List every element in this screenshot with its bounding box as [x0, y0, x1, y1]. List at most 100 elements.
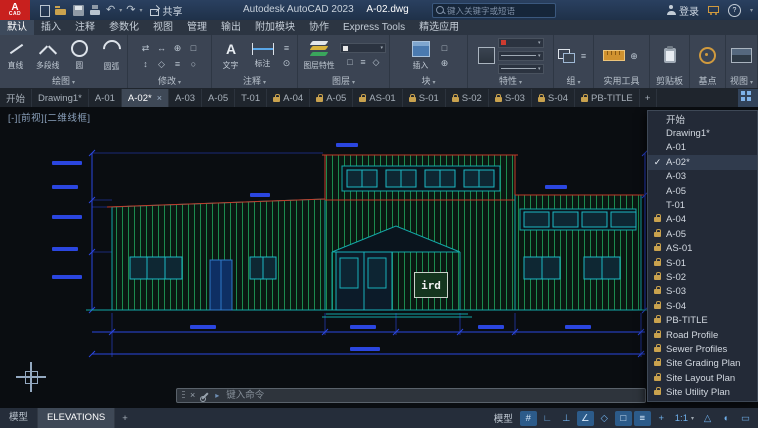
tab-menu-item[interactable]: ✓A-01 — [648, 141, 757, 155]
layout-tab-model[interactable]: 模型 — [0, 408, 39, 428]
modify-tool-icon[interactable]: ↕ — [140, 58, 152, 70]
ribbon-tab-addins[interactable]: 附加模块 — [248, 20, 302, 35]
new-layout-button[interactable]: + — [115, 413, 135, 424]
grid-toggle-icon[interactable]: # — [519, 410, 537, 426]
tab-menu-item[interactable]: ✓T-01 — [648, 198, 757, 212]
groups-panel-label[interactable]: 组 ▾ — [554, 75, 593, 88]
ribbon-tab-express-tools[interactable]: Express Tools — [336, 20, 412, 35]
annotate-tool-icon[interactable]: ⊙ — [281, 57, 293, 69]
tab-menu-item[interactable]: ✓Site Utility Plan — [648, 385, 757, 399]
ribbon-tab-default[interactable]: 默认 — [0, 20, 34, 35]
tab-menu-item[interactable]: ✓S-04 — [648, 299, 757, 313]
tab-menu-item[interactable]: ✓Site Grading Plan — [648, 357, 757, 371]
modify-tool-icon[interactable]: ⇄ — [140, 42, 152, 54]
clean-screen-icon[interactable]: ▭ — [737, 411, 754, 426]
circle-tool-button[interactable]: 圆 — [65, 40, 94, 71]
ribbon-tab-insert[interactable]: 插入 — [34, 20, 68, 35]
ribbon-tab-annotate[interactable]: 注释 — [68, 20, 102, 35]
basepoint-icon[interactable] — [699, 47, 716, 64]
new-file-icon[interactable] — [38, 4, 51, 17]
layer-properties-button[interactable]: 图层特性 — [301, 40, 337, 71]
osnap-toggle-icon[interactable]: □ — [614, 410, 632, 426]
command-input[interactable] — [224, 389, 640, 402]
file-tab[interactable]: A-04× — [267, 89, 311, 107]
modify-panel-label[interactable]: 修改 ▾ — [128, 75, 211, 88]
dimension-tool-button[interactable]: 标注 — [249, 42, 278, 69]
annotation-visibility-icon[interactable]: △ — [699, 411, 716, 426]
properties-icon[interactable] — [477, 47, 495, 64]
utilities-panel-label[interactable]: 实用工具 — [594, 75, 649, 88]
space-toggle-button[interactable]: 模型 — [489, 411, 518, 425]
tab-menu-item[interactable]: ✓开始 — [648, 112, 757, 126]
modify-tool-icon[interactable]: □ — [188, 42, 200, 54]
clipboard-panel-label[interactable]: 剪贴板 — [650, 75, 689, 88]
annotation-autoscale-icon[interactable]: ◐ — [718, 411, 735, 426]
tab-menu-item[interactable]: ✓PB-TITLE — [648, 313, 757, 327]
ribbon-tab-view[interactable]: 视图 — [146, 20, 180, 35]
object-color-dropdown[interactable]: ▾ — [497, 37, 544, 48]
polyline-tool-button[interactable]: 多段线 — [33, 41, 62, 71]
file-tab[interactable]: AS-01× — [353, 89, 403, 107]
share-button[interactable]: 共享 — [150, 3, 182, 18]
ortho-toggle-icon[interactable]: ⊥ — [558, 411, 575, 426]
file-tab-start[interactable]: 开始× — [0, 89, 33, 107]
group-icon[interactable] — [557, 48, 575, 63]
file-tab[interactable]: S-01× — [403, 89, 446, 107]
utility-tool-icon[interactable]: ⊕ — [628, 50, 640, 62]
tab-menu-item[interactable]: ✓A-04 — [648, 213, 757, 227]
redo-caret-icon[interactable]: ▾ — [139, 7, 142, 14]
tab-menu-item[interactable]: ✓Drawing1* — [648, 126, 757, 140]
ribbon-tab-collaborate[interactable]: 协作 — [302, 20, 336, 35]
annotate-tool-icon[interactable]: ≡ — [281, 42, 293, 54]
measure-icon[interactable] — [603, 50, 625, 61]
ribbon-tab-parametric[interactable]: 参数化 — [102, 20, 146, 35]
tab-menu-item[interactable]: ✓Sewer Profiles — [648, 342, 757, 356]
tab-menu-item[interactable]: ✓Site Layout Plan — [648, 371, 757, 385]
layers-panel-label[interactable]: 图层 ▾ — [298, 75, 389, 88]
tab-menu-item[interactable]: ✓A-03 — [648, 170, 757, 184]
isodraft-toggle-icon[interactable]: ◇ — [596, 411, 613, 426]
layer-tool-icon[interactable]: ≡ — [357, 56, 369, 68]
close-icon[interactable]: × — [190, 389, 195, 402]
undo-caret-icon[interactable]: ▾ — [119, 7, 122, 14]
view-panel-label[interactable]: 视图 ▾ — [726, 75, 757, 88]
drag-handle-icon[interactable] — [182, 391, 185, 400]
ucs-icon[interactable] — [16, 362, 46, 392]
file-tab[interactable]: Drawing1*× — [32, 89, 89, 107]
ribbon-tab-manage[interactable]: 管理 — [180, 20, 214, 35]
arc-tool-button[interactable]: 圆弧 — [97, 35, 126, 72]
help-caret-icon[interactable]: ▾ — [750, 7, 753, 14]
close-icon[interactable]: × — [157, 93, 162, 103]
file-tab[interactable]: PB-TITLE× — [575, 89, 640, 107]
linetype-dropdown[interactable]: ▾ — [497, 63, 544, 74]
group-tool-icon[interactable]: ≡ — [578, 50, 590, 62]
annotate-panel-label[interactable]: 注释 ▾ — [212, 75, 297, 88]
tab-menu-item-current[interactable]: ✓ A-02* — [648, 155, 757, 170]
modify-tool-icon[interactable]: ⊕ — [172, 42, 184, 54]
modify-tool-icon[interactable]: ○ — [188, 58, 200, 70]
block-tool-icon[interactable]: ⊕ — [439, 57, 451, 69]
draw-panel-label[interactable]: 绘图 ▾ — [0, 75, 127, 88]
paste-icon[interactable] — [663, 46, 676, 63]
file-tab[interactable]: A-03× — [169, 89, 203, 107]
lineweight-toggle-icon[interactable]: ≡ — [633, 410, 651, 426]
search-input[interactable] — [433, 4, 555, 17]
properties-panel-label[interactable]: 特性 ▾ — [468, 75, 553, 88]
drawing-viewport[interactable]: [-][前视][二维线框] ird × ▸ 键入命令 — [0, 107, 758, 408]
file-tab[interactable]: A-05× — [310, 89, 354, 107]
redo-icon[interactable]: ↷ — [126, 4, 135, 17]
ribbon-tab-output[interactable]: 输出 — [214, 20, 248, 35]
layout-tab-elevations[interactable]: ELEVATIONS — [38, 408, 116, 428]
block-panel-label[interactable]: 块 ▾ — [390, 75, 467, 88]
login-button[interactable]: 登录 — [666, 3, 699, 18]
line-tool-button[interactable]: 直线 — [1, 41, 30, 71]
modify-tool-icon[interactable]: ↔ — [156, 42, 168, 54]
tab-menu-item[interactable]: ✓Road Profile — [648, 328, 757, 342]
layer-tool-icon[interactable]: □ — [344, 56, 356, 68]
print-icon[interactable] — [89, 4, 102, 17]
customize-wrench-icon[interactable] — [200, 391, 210, 402]
file-tab[interactable]: S-03× — [489, 89, 532, 107]
help-icon[interactable]: ? — [727, 3, 741, 17]
viewport-controls[interactable]: [-][前视][二维线框] — [8, 110, 91, 124]
search-box[interactable] — [432, 3, 556, 18]
